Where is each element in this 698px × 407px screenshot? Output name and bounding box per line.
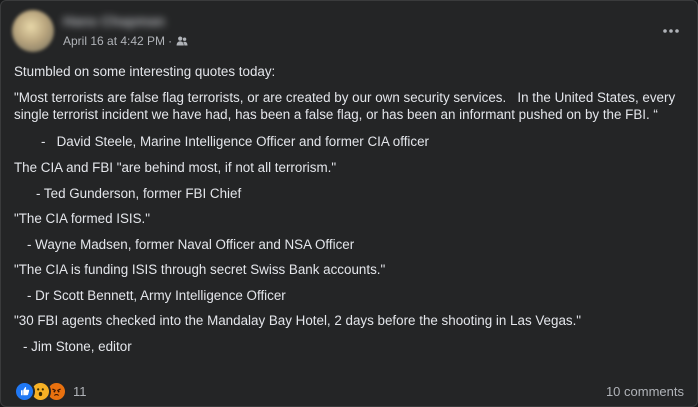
post-footer: 11 10 comments (14, 380, 684, 402)
reactions-summary[interactable]: 11 (14, 380, 87, 402)
comments-count-link[interactable]: 10 comments (606, 384, 684, 399)
quote-mandalay-bay: "30 FBI agents checked into the Mandalay… (14, 313, 582, 328)
post-meta: April 16 at 4:42 PM · (63, 34, 188, 48)
quote-steele: "Most terrorists are false flag terroris… (14, 89, 679, 123)
post-timestamp[interactable]: April 16 at 4:42 PM (63, 34, 165, 48)
attribution-steele: - David Steele, Marine Intelligence Offi… (41, 133, 430, 149)
quote-isis: "The CIA formed ISIS." (14, 211, 151, 226)
attribution-stone: - Jim Stone, editor (23, 338, 132, 354)
like-icon (14, 380, 35, 402)
attribution-gunderson: - Ted Gunderson, former FBI Chief (36, 185, 242, 201)
post-paragraph-intro: Stumbled on some interesting quotes toda… (14, 64, 276, 79)
post-card: Hans Chapman April 16 at 4:42 PM · Stumb… (0, 0, 698, 407)
friends-icon[interactable] (176, 35, 188, 47)
author-name[interactable]: Hans Chapman (63, 13, 165, 29)
meta-separator: · (168, 34, 173, 48)
post-text: Stumbled on some interesting quotes toda… (14, 63, 686, 355)
quote-swiss-bank: "The CIA is funding ISIS through secret … (14, 262, 386, 277)
reaction-count: 11 (73, 383, 87, 399)
author-avatar[interactable] (12, 10, 54, 52)
attribution-madsen: - Wayne Madsen, former Naval Officer and… (27, 236, 355, 252)
more-options-icon[interactable] (659, 21, 683, 41)
attribution-bennett: - Dr Scott Bennett, Army Intelligence Of… (27, 287, 286, 303)
quote-cia-fbi: The CIA and FBI "are behind most, if not… (14, 160, 337, 175)
